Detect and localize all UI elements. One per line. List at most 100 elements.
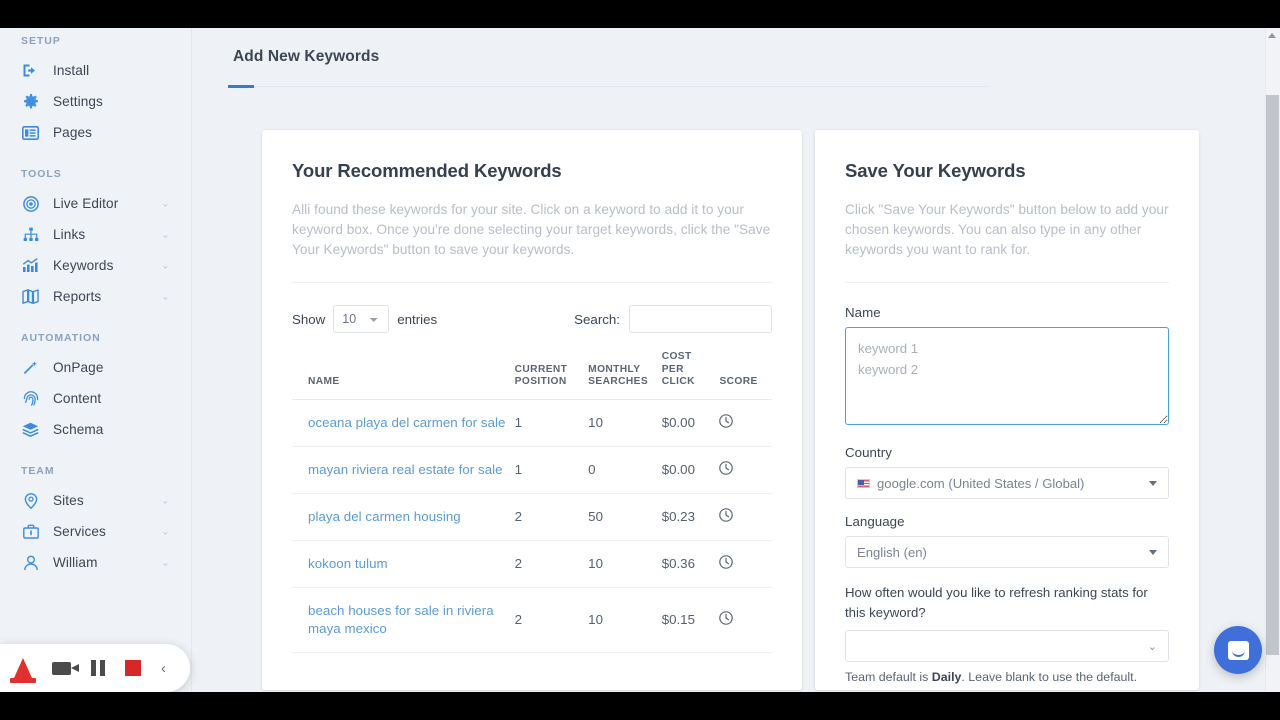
sidebar-item-label: Sites (53, 493, 84, 508)
cell-cost-per-click: $0.00 (662, 446, 720, 493)
show-label: Show (292, 312, 325, 327)
column-header-line: CURRENT (515, 364, 568, 375)
cell-cost-per-click: $0.00 (662, 399, 720, 446)
page-title: Your Recommended Keywords (292, 160, 772, 182)
column-header-line: COST (662, 351, 692, 362)
scroll-up-arrow-icon[interactable] (1268, 33, 1276, 38)
cell-name: beach houses for sale in riviera maya me… (292, 587, 515, 652)
clock-icon (719, 508, 733, 525)
sidebar-item-label: Pages (53, 125, 92, 140)
chevron-down-icon[interactable]: ⌄ (161, 496, 169, 505)
column-header-line: NAME (308, 376, 340, 387)
chevron-down-icon[interactable]: ⌄ (161, 199, 169, 208)
keywords-textarea[interactable] (845, 327, 1169, 425)
scrollbar-thumb[interactable] (1266, 95, 1279, 655)
column-header-line: CLICK (662, 376, 695, 387)
sidebar-item-settings[interactable]: Settings (0, 86, 191, 117)
letterbox-bottom (0, 692, 1280, 720)
cell-name: playa del carmen housing (292, 493, 515, 540)
user-icon (21, 554, 40, 572)
table-row[interactable]: playa del carmen housing 2 50 $0.23 (292, 493, 772, 540)
recorder-cone-icon[interactable] (14, 658, 32, 678)
column-header-score[interactable]: SCORE (719, 351, 772, 399)
sidebar-section-label-tools: TOOLS (0, 168, 191, 180)
chat-launcher-button[interactable] (1214, 626, 1262, 674)
pause-icon[interactable] (91, 660, 105, 676)
search-input[interactable] (629, 305, 772, 333)
page-scrollbar[interactable] (1265, 28, 1280, 692)
install-icon (21, 62, 40, 80)
cell-current-position: 2 (515, 493, 589, 540)
sidebar-item-links[interactable]: Links ⌄ (0, 219, 191, 250)
sidebar-item-label: Install (53, 63, 89, 78)
column-header-monthly-searches[interactable]: MONTHLY SEARCHES (588, 351, 662, 399)
sidebar-section-label-automation: AUTOMATION (0, 332, 191, 344)
sidebar-item-sites[interactable]: Sites ⌄ (0, 485, 191, 516)
helper-bold: Daily (932, 670, 962, 684)
language-select[interactable]: English (en) (845, 536, 1169, 568)
refresh-frequency-select[interactable]: ⌄ (845, 630, 1169, 662)
sidebar-item-live-editor[interactable]: Live Editor ⌄ (0, 188, 191, 219)
sidebar-item-content[interactable]: Content (0, 383, 191, 414)
cell-monthly-searches: 10 (588, 399, 662, 446)
sidebar-item-reports[interactable]: Reports ⌄ (0, 281, 191, 312)
cell-current-position: 2 (515, 587, 589, 652)
chevron-down-icon[interactable]: ⌄ (161, 558, 169, 567)
sidebar-section-tools: TOOLS Live Editor ⌄ Links ⌄ Keywords (0, 152, 191, 312)
chevron-down-icon[interactable]: ⌄ (161, 261, 169, 270)
cell-cost-per-click: $0.36 (662, 540, 720, 587)
chevron-down-icon[interactable]: ⌄ (161, 292, 169, 301)
stop-icon[interactable] (125, 660, 141, 676)
sidebar-section-setup: SETUP Install Settings Pages (0, 28, 191, 148)
chevron-down-icon[interactable]: ⌄ (161, 527, 169, 536)
tab-bar-rule (228, 86, 988, 87)
sidebar-section-automation: AUTOMATION OnPage Content Schema (0, 316, 191, 445)
table-header-row: NAME CURRENT POSITION MONTHLY SEARCHES (292, 351, 772, 399)
cell-score (719, 493, 772, 540)
sidebar-item-keywords[interactable]: Keywords ⌄ (0, 250, 191, 281)
table-row[interactable]: mayan riviera real estate for sale 1 0 $… (292, 446, 772, 493)
language-field-block: Language English (en) (845, 514, 1169, 568)
table-controls: Show 10 25 50 100 entries Search: (292, 283, 772, 333)
sidebar-item-william[interactable]: William ⌄ (0, 547, 191, 578)
chevron-down-icon[interactable]: ⌄ (161, 230, 169, 239)
sidebar-item-install[interactable]: Install (0, 55, 191, 86)
recommended-description: Alli found these keywords for your site.… (292, 200, 772, 260)
chevron-left-icon[interactable]: ‹ (161, 661, 166, 676)
sidebar-item-schema[interactable]: Schema (0, 414, 191, 445)
language-selected-value: English (en) (857, 545, 927, 560)
app-viewport: SETUP Install Settings Pages (0, 28, 1280, 692)
cell-monthly-searches: 10 (588, 540, 662, 587)
map-pin-icon (21, 492, 40, 510)
table-header: NAME CURRENT POSITION MONTHLY SEARCHES (292, 351, 772, 399)
fingerprint-icon (21, 390, 40, 408)
sidebar-item-onpage[interactable]: OnPage (0, 352, 191, 383)
table-row[interactable]: beach houses for sale in riviera maya me… (292, 587, 772, 652)
page-size-select[interactable]: 10 25 50 100 (333, 305, 389, 333)
tab-add-new-keywords[interactable]: Add New Keywords (233, 48, 379, 80)
sidebar-item-label: Live Editor (53, 196, 118, 211)
column-header-cost-per-click[interactable]: COST PER CLICK (662, 351, 720, 399)
chevron-down-icon: ⌄ (1148, 642, 1157, 653)
gear-icon (21, 93, 40, 111)
table-row[interactable]: kokoon tulum 2 10 $0.36 (292, 540, 772, 587)
sidebar-item-services[interactable]: Services ⌄ (0, 516, 191, 547)
sidebar-item-pages[interactable]: Pages (0, 117, 191, 148)
table-row[interactable]: oceana playa del carmen for sale 1 10 $0… (292, 399, 772, 446)
clock-icon (719, 555, 733, 572)
keyword-link[interactable]: beach houses for sale in riviera maya me… (308, 603, 494, 636)
keyword-link[interactable]: kokoon tulum (308, 556, 388, 571)
language-label: Language (845, 514, 1169, 529)
camera-icon[interactable] (52, 662, 71, 675)
sidebar-item-label: Schema (53, 422, 103, 437)
country-select[interactable]: google.com (United States / Global) (845, 467, 1169, 499)
column-header-current-position[interactable]: CURRENT POSITION (515, 351, 589, 399)
keyword-link[interactable]: oceana playa del carmen for sale (308, 415, 505, 430)
keyword-link[interactable]: mayan riviera real estate for sale (308, 462, 503, 477)
column-header-name[interactable]: NAME (292, 351, 515, 399)
keyword-link[interactable]: playa del carmen housing (308, 509, 461, 524)
save-panel-title: Save Your Keywords (845, 160, 1169, 182)
recommended-keywords-card: Your Recommended Keywords Alli found the… (262, 130, 802, 690)
helper-prefix: Team default is (845, 670, 932, 684)
sidebar: SETUP Install Settings Pages (0, 28, 192, 692)
